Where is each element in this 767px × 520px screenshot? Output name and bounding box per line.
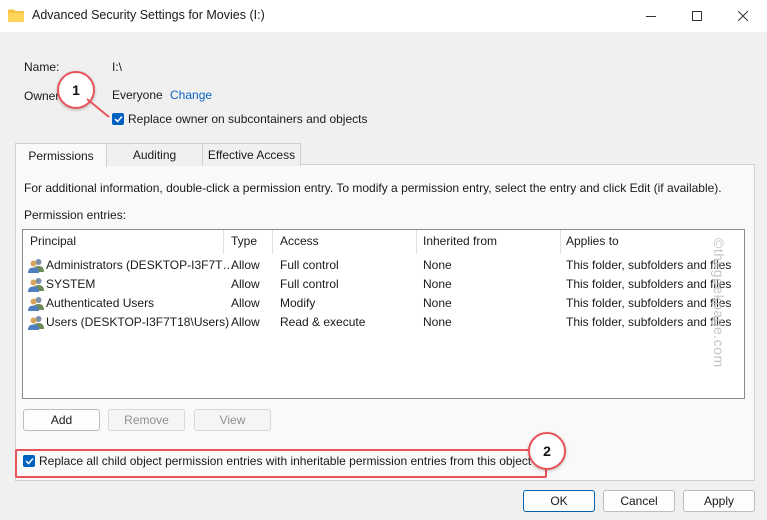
name-label: Name:	[24, 60, 60, 74]
users-icon	[28, 297, 44, 311]
cancel-button[interactable]: Cancel	[603, 490, 675, 512]
inherited-cell: None	[423, 277, 452, 291]
pointer-arrow-icon	[86, 98, 110, 118]
users-icon	[28, 316, 44, 330]
column-separator[interactable]	[272, 230, 273, 254]
table-row[interactable]: Administrators (DESKTOP-I3F7T… Allow Ful…	[23, 256, 744, 275]
users-icon	[28, 259, 44, 273]
applies-to-cell: This folder, subfolders and files	[566, 277, 732, 291]
access-cell: Full control	[280, 277, 339, 291]
minimize-icon	[646, 16, 656, 17]
change-owner-link[interactable]: Change	[170, 88, 212, 102]
step-badge-2: 2	[528, 432, 566, 470]
table-row[interactable]: Authenticated Users Allow Modify None Th…	[23, 294, 744, 313]
column-separator[interactable]	[560, 230, 561, 254]
type-cell: Allow	[231, 277, 260, 291]
column-separator[interactable]	[416, 230, 417, 254]
principal-cell: Authenticated Users	[46, 296, 155, 310]
type-cell: Allow	[231, 315, 260, 329]
replace-owner-label: Replace owner on subcontainers and objec…	[128, 112, 368, 126]
watermark-text: ©thegeekpage.com	[711, 238, 727, 368]
type-cell: Allow	[231, 296, 260, 310]
principal-cell: SYSTEM	[46, 277, 96, 291]
applies-to-cell: This folder, subfolders and files	[566, 315, 732, 329]
column-separator[interactable]	[223, 230, 224, 254]
folder-icon	[8, 9, 24, 22]
maximize-icon	[692, 11, 702, 21]
apply-button[interactable]: Apply	[683, 490, 755, 512]
owner-value: Everyone	[112, 88, 163, 102]
tab-permissions[interactable]: Permissions	[15, 143, 107, 167]
minimize-button[interactable]	[628, 0, 674, 32]
type-cell: Allow	[231, 258, 260, 272]
tab-effective-access[interactable]: Effective Access	[202, 143, 301, 166]
replace-child-checkbox[interactable]	[23, 455, 35, 467]
info-text: For additional information, double-click…	[24, 181, 722, 195]
close-icon	[738, 11, 748, 21]
tab-auditing[interactable]: Auditing	[106, 143, 203, 166]
close-button[interactable]	[720, 0, 766, 32]
principal-cell: Administrators (DESKTOP-I3F7T…	[46, 258, 235, 272]
inherited-cell: None	[423, 296, 452, 310]
applies-to-cell: This folder, subfolders and files	[566, 258, 732, 272]
column-header-access[interactable]: Access	[280, 234, 319, 252]
permission-entries-list[interactable]: Principal Type Access Inherited from App…	[22, 229, 745, 399]
access-cell: Read & execute	[280, 315, 366, 329]
access-cell: Full control	[280, 258, 339, 272]
window-title: Advanced Security Settings for Movies (I…	[32, 8, 265, 22]
table-row[interactable]: SYSTEM Allow Full control None This fold…	[23, 275, 744, 294]
column-header-principal[interactable]: Principal	[30, 234, 76, 252]
add-button[interactable]: Add	[23, 409, 100, 431]
ok-button[interactable]: OK	[523, 490, 595, 512]
access-cell: Modify	[280, 296, 316, 310]
principal-cell: Users (DESKTOP-I3F7T18\Users)	[46, 315, 230, 329]
inherited-cell: None	[423, 258, 452, 272]
users-icon	[28, 278, 44, 292]
checkmark-icon	[24, 457, 34, 465]
permission-entries-label: Permission entries:	[24, 208, 127, 222]
view-button[interactable]: View	[194, 409, 271, 431]
remove-button[interactable]: Remove	[108, 409, 185, 431]
replace-child-label: Replace all child object permission entr…	[39, 454, 532, 468]
table-row[interactable]: Users (DESKTOP-I3F7T18\Users) Allow Read…	[23, 313, 744, 332]
column-header-applies-to[interactable]: Applies to	[566, 234, 619, 252]
inherited-cell: None	[423, 315, 452, 329]
column-header-type[interactable]: Type	[231, 234, 257, 252]
maximize-button[interactable]	[674, 0, 720, 32]
applies-to-cell: This folder, subfolders and files	[566, 296, 732, 310]
name-value: I:\	[112, 60, 123, 74]
column-header-inherited-from[interactable]: Inherited from	[423, 234, 497, 252]
